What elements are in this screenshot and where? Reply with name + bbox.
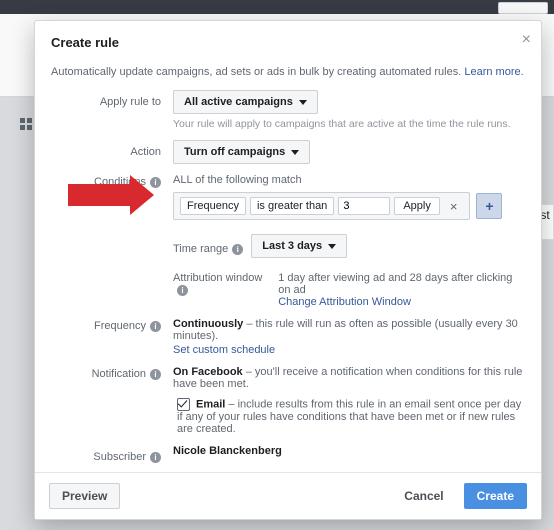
info-icon[interactable]: i	[177, 285, 188, 296]
info-icon[interactable]: i	[232, 244, 243, 255]
info-icon[interactable]: i	[150, 452, 161, 463]
time-range-value: Last 3 days	[262, 240, 322, 252]
chevron-down-icon	[291, 150, 299, 155]
time-range-dropdown[interactable]: Last 3 days	[251, 234, 347, 258]
modal-title: Create rule	[51, 35, 119, 50]
search-button-bg	[498, 2, 548, 14]
modal-intro: Automatically update campaigns, ad sets …	[51, 66, 525, 78]
apply-rule-to-dropdown[interactable]: All active campaigns	[173, 90, 318, 114]
conditions-header: ALL of the following match	[173, 174, 525, 186]
frequency-label: Frequencyi	[51, 318, 173, 332]
attribution-label: Attribution windowi	[173, 272, 270, 308]
time-range-label: Time rangei	[173, 237, 243, 255]
condition-field-dropdown[interactable]: Frequency	[180, 197, 246, 215]
apply-rule-to-value: All active campaigns	[184, 96, 293, 108]
create-rule-modal: Create rule × Automatically update campa…	[34, 20, 542, 520]
chevron-down-icon	[299, 100, 307, 105]
notification-head: On Facebook	[173, 366, 243, 378]
modal-body: Automatically update campaigns, ad sets …	[35, 60, 541, 472]
action-value: Turn off campaigns	[184, 146, 285, 158]
action-label: Action	[51, 140, 173, 158]
change-attribution-link[interactable]: Change Attribution Window	[278, 296, 525, 308]
email-head: Email	[196, 398, 225, 410]
red-arrow-annotation	[68, 184, 130, 206]
grid-icon	[20, 118, 32, 130]
condition-row: Frequency is greater than Apply ×	[173, 192, 470, 220]
create-button[interactable]: Create	[464, 483, 527, 509]
modal-footer: Preview Cancel Create	[35, 472, 541, 519]
condition-operator-dropdown[interactable]: is greater than	[250, 197, 334, 215]
apply-rule-to-label: Apply rule to	[51, 90, 173, 108]
action-dropdown[interactable]: Turn off campaigns	[173, 140, 310, 164]
add-condition-button[interactable]: +	[476, 193, 502, 219]
intro-text: Automatically update campaigns, ad sets …	[51, 66, 464, 78]
app-topbar	[0, 0, 554, 14]
set-schedule-link[interactable]: Set custom schedule	[173, 344, 525, 356]
email-body: – include results from this rule in an e…	[177, 398, 521, 435]
subscriber-value: Nicole Blanckenberg	[173, 445, 525, 457]
condition-value-input[interactable]	[338, 197, 390, 215]
subscriber-label: Subscriberi	[51, 445, 173, 463]
close-icon[interactable]: ×	[522, 31, 531, 49]
learn-more-link[interactable]: Learn more.	[464, 66, 523, 78]
preview-button[interactable]: Preview	[49, 483, 120, 509]
email-checkbox[interactable]	[177, 398, 190, 411]
apply-rule-to-hint: Your rule will apply to campaigns that a…	[173, 118, 525, 130]
condition-apply-button[interactable]: Apply	[394, 197, 440, 215]
cancel-button[interactable]: Cancel	[392, 484, 455, 508]
frequency-head: Continuously	[173, 318, 243, 330]
attribution-text: 1 day after viewing ad and 28 days after…	[278, 272, 525, 296]
info-icon[interactable]: i	[150, 321, 161, 332]
notification-label: Notificationi	[51, 366, 173, 380]
info-icon[interactable]: i	[150, 369, 161, 380]
remove-condition-icon[interactable]: ×	[444, 198, 464, 215]
chevron-down-icon	[328, 244, 336, 249]
modal-header: Create rule ×	[35, 21, 541, 60]
